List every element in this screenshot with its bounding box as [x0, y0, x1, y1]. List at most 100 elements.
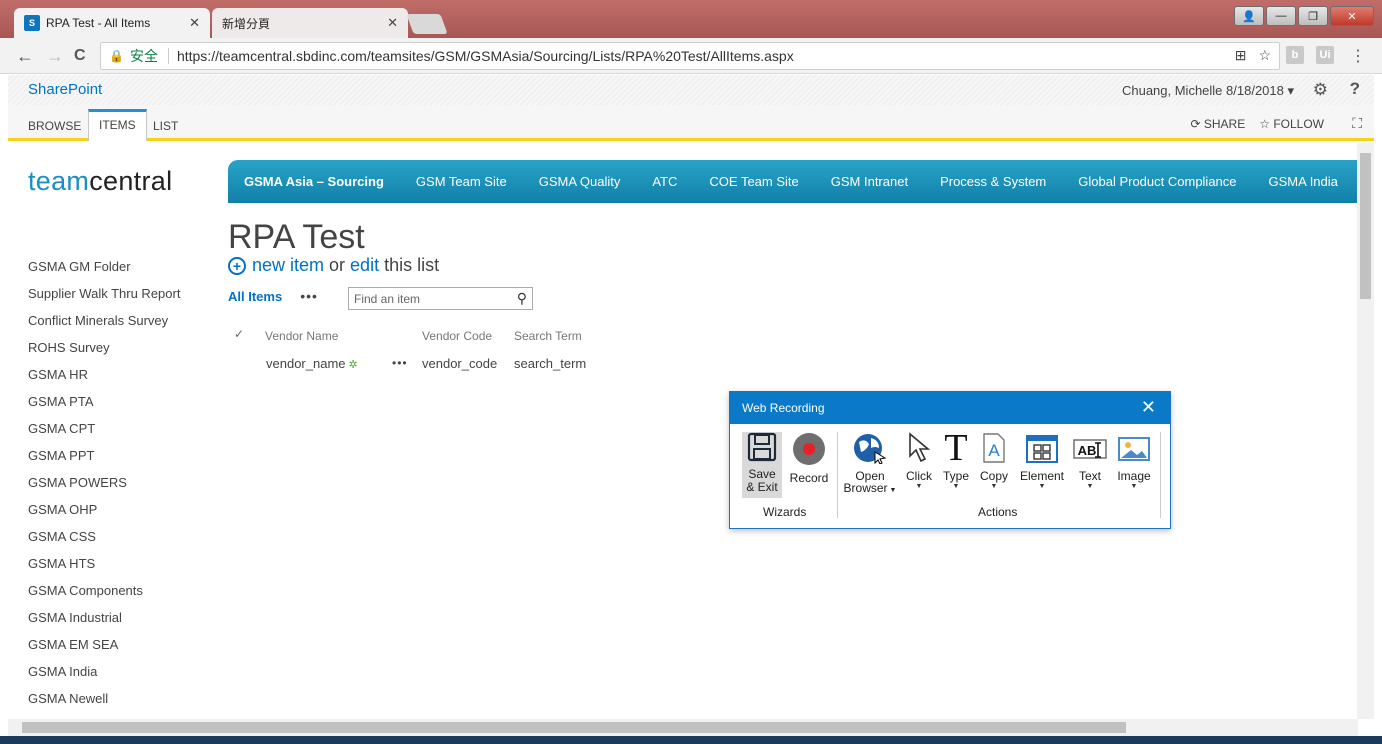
- bookmark-star-icon[interactable]: ☆: [1258, 47, 1271, 64]
- maximize-button[interactable]: ❐: [1298, 6, 1328, 26]
- text-field-icon: AB: [1073, 439, 1107, 459]
- leftnav-item[interactable]: Conflict Minerals Survey: [28, 313, 180, 340]
- type-dropdown-icon[interactable]: ▼: [940, 483, 972, 491]
- leftnav-item[interactable]: GSMA EM SEA: [28, 637, 180, 664]
- save-exit-button[interactable]: Save & Exit: [742, 432, 782, 498]
- vendor-name-link[interactable]: vendor_name: [266, 356, 346, 371]
- add-icon[interactable]: +: [228, 256, 246, 275]
- text-button[interactable]: AB Text ▼: [1072, 432, 1108, 491]
- search-icon[interactable]: ⚲: [517, 290, 527, 307]
- copy-button[interactable]: A Copy ▼: [976, 432, 1012, 491]
- text-dropdown-icon[interactable]: ▼: [1072, 483, 1108, 491]
- topnav-gsm-team-site[interactable]: GSM Team Site: [416, 174, 507, 189]
- image-dropdown-icon[interactable]: ▼: [1112, 483, 1156, 491]
- leftnav-item[interactable]: GSMA CPT: [28, 421, 180, 448]
- tab-close-icon[interactable]: ✕: [189, 15, 200, 31]
- horizontal-scrollbar[interactable]: [8, 719, 1358, 736]
- leftnav-item[interactable]: GSMA CSS: [28, 529, 180, 556]
- tab-items[interactable]: ITEMS: [88, 109, 147, 141]
- tab-close-icon[interactable]: ✕: [387, 15, 398, 31]
- logo-central: central: [89, 166, 173, 196]
- topnav-gsma-quality[interactable]: GSMA Quality: [539, 174, 621, 189]
- reload-button[interactable]: C: [74, 47, 86, 65]
- more-views-icon[interactable]: •••: [300, 288, 318, 304]
- click-button[interactable]: Click ▼: [902, 432, 936, 491]
- leftnav-item[interactable]: Supplier Walk Thru Report: [28, 286, 180, 313]
- column-header-vendor-code[interactable]: Vendor Code: [422, 329, 492, 343]
- leftnav-item[interactable]: GSMA Newell: [28, 691, 180, 718]
- open-browser-button[interactable]: Open Browser ▼: [842, 432, 898, 495]
- vertical-scroll-thumb[interactable]: [1360, 153, 1371, 299]
- windows-taskbar: [0, 736, 1382, 744]
- vertical-scrollbar[interactable]: [1357, 143, 1374, 719]
- leftnav-item[interactable]: GSMA India: [28, 664, 180, 691]
- extension-uipath-icon[interactable]: Ui: [1316, 46, 1334, 64]
- translate-icon[interactable]: ⊞: [1235, 47, 1247, 64]
- image-button[interactable]: Image ▼: [1112, 432, 1156, 491]
- select-all-checkmark-icon[interactable]: ✓: [234, 327, 244, 341]
- leftnav-item[interactable]: GSMA POWERS: [28, 475, 180, 502]
- share-button[interactable]: ⟳ SHARE: [1190, 117, 1245, 131]
- topnav-gsm-intranet[interactable]: GSM Intranet: [831, 174, 908, 189]
- click-dropdown-icon[interactable]: ▼: [902, 483, 936, 491]
- forward-button[interactable]: →: [46, 46, 64, 67]
- element-button[interactable]: Element ▼: [1016, 432, 1068, 491]
- item-menu-icon[interactable]: •••: [392, 356, 408, 370]
- new-item-link[interactable]: new item: [252, 255, 324, 276]
- tab-new-tab[interactable]: 新增分頁 ✕: [212, 8, 408, 38]
- list-search-input[interactable]: Find an item ⚲: [348, 287, 533, 310]
- copy-dropdown-icon[interactable]: ▼: [976, 483, 1012, 491]
- leftnav-item[interactable]: GSMA Industrial: [28, 610, 180, 637]
- leftnav-item[interactable]: GSMA PTA: [28, 394, 180, 421]
- cell-vendor-name[interactable]: vendor_name ✲: [266, 356, 358, 371]
- column-header-vendor-name[interactable]: Vendor Name: [265, 329, 338, 343]
- topnav-coe-team-site[interactable]: COE Team Site: [709, 174, 798, 189]
- tab-browse[interactable]: BROWSE: [18, 113, 91, 141]
- leftnav-item[interactable]: ROHS Survey: [28, 340, 180, 367]
- view-all-items[interactable]: All Items: [228, 289, 282, 304]
- topnav-gsma-india[interactable]: GSMA India: [1269, 174, 1338, 189]
- topnav-atc[interactable]: ATC: [652, 174, 677, 189]
- dialog-close-icon[interactable]: ✕: [1141, 397, 1156, 418]
- leftnav-item[interactable]: GSMA OHP: [28, 502, 180, 529]
- leftnav-item[interactable]: GSMA HTS: [28, 556, 180, 583]
- tab-title: RPA Test - All Items: [46, 16, 151, 30]
- tab-rpa-test[interactable]: S RPA Test - All Items ✕: [14, 8, 210, 38]
- copy-document-icon: A: [983, 433, 1005, 463]
- url-text[interactable]: https://teamcentral.sbdinc.com/teamsites…: [167, 48, 794, 64]
- top-navigation: GSMA Asia – Sourcing GSM Team Site GSMA …: [228, 160, 1358, 203]
- column-header-search-term[interactable]: Search Term: [514, 329, 582, 343]
- horizontal-scroll-thumb[interactable]: [22, 722, 1126, 733]
- tab-list[interactable]: LIST: [143, 113, 188, 141]
- text-type-icon: T: [944, 427, 967, 469]
- leftnav-item[interactable]: GSMA GM Folder: [28, 259, 180, 286]
- svg-text:AB: AB: [1078, 443, 1097, 458]
- minimize-button[interactable]: —: [1266, 6, 1296, 26]
- topnav-process-system[interactable]: Process & System: [940, 174, 1046, 189]
- leftnav-item[interactable]: GSMA HR: [28, 367, 180, 394]
- chrome-menu-icon[interactable]: ⋮: [1350, 46, 1366, 66]
- topnav-global-product-compliance[interactable]: Global Product Compliance: [1078, 174, 1236, 189]
- site-logo[interactable]: teamcentral: [28, 166, 172, 197]
- new-tab-button[interactable]: [406, 14, 448, 34]
- edit-list-link[interactable]: edit: [350, 255, 379, 276]
- gear-icon[interactable]: ⚙: [1313, 80, 1328, 100]
- sharepoint-brand-link[interactable]: SharePoint: [28, 81, 102, 98]
- follow-button[interactable]: ☆ FOLLOW: [1259, 117, 1324, 131]
- topnav-gsma-asia-sourcing[interactable]: GSMA Asia – Sourcing: [244, 174, 384, 189]
- user-menu[interactable]: Chuang, Michelle 8/18/2018 ▾: [1122, 83, 1294, 99]
- click-label: Click: [906, 469, 932, 483]
- back-button[interactable]: ←: [16, 46, 34, 67]
- type-button[interactable]: T Type ▼: [940, 427, 972, 491]
- leftnav-item[interactable]: GSMA PPT: [28, 448, 180, 475]
- focus-content-icon[interactable]: ⛶: [1352, 115, 1362, 132]
- profile-icon[interactable]: 👤: [1234, 6, 1264, 26]
- leftnav-item[interactable]: GSMA Components: [28, 583, 180, 610]
- open-dropdown-icon[interactable]: ▼: [888, 487, 897, 494]
- extension-b-icon[interactable]: b: [1286, 46, 1304, 64]
- close-window-button[interactable]: ✕: [1330, 6, 1374, 26]
- help-icon[interactable]: ?: [1350, 79, 1360, 99]
- element-dropdown-icon[interactable]: ▼: [1016, 483, 1068, 491]
- url-bar[interactable]: 🔒 安全 https://teamcentral.sbdinc.com/team…: [100, 42, 1280, 70]
- record-button[interactable]: Record: [786, 432, 832, 485]
